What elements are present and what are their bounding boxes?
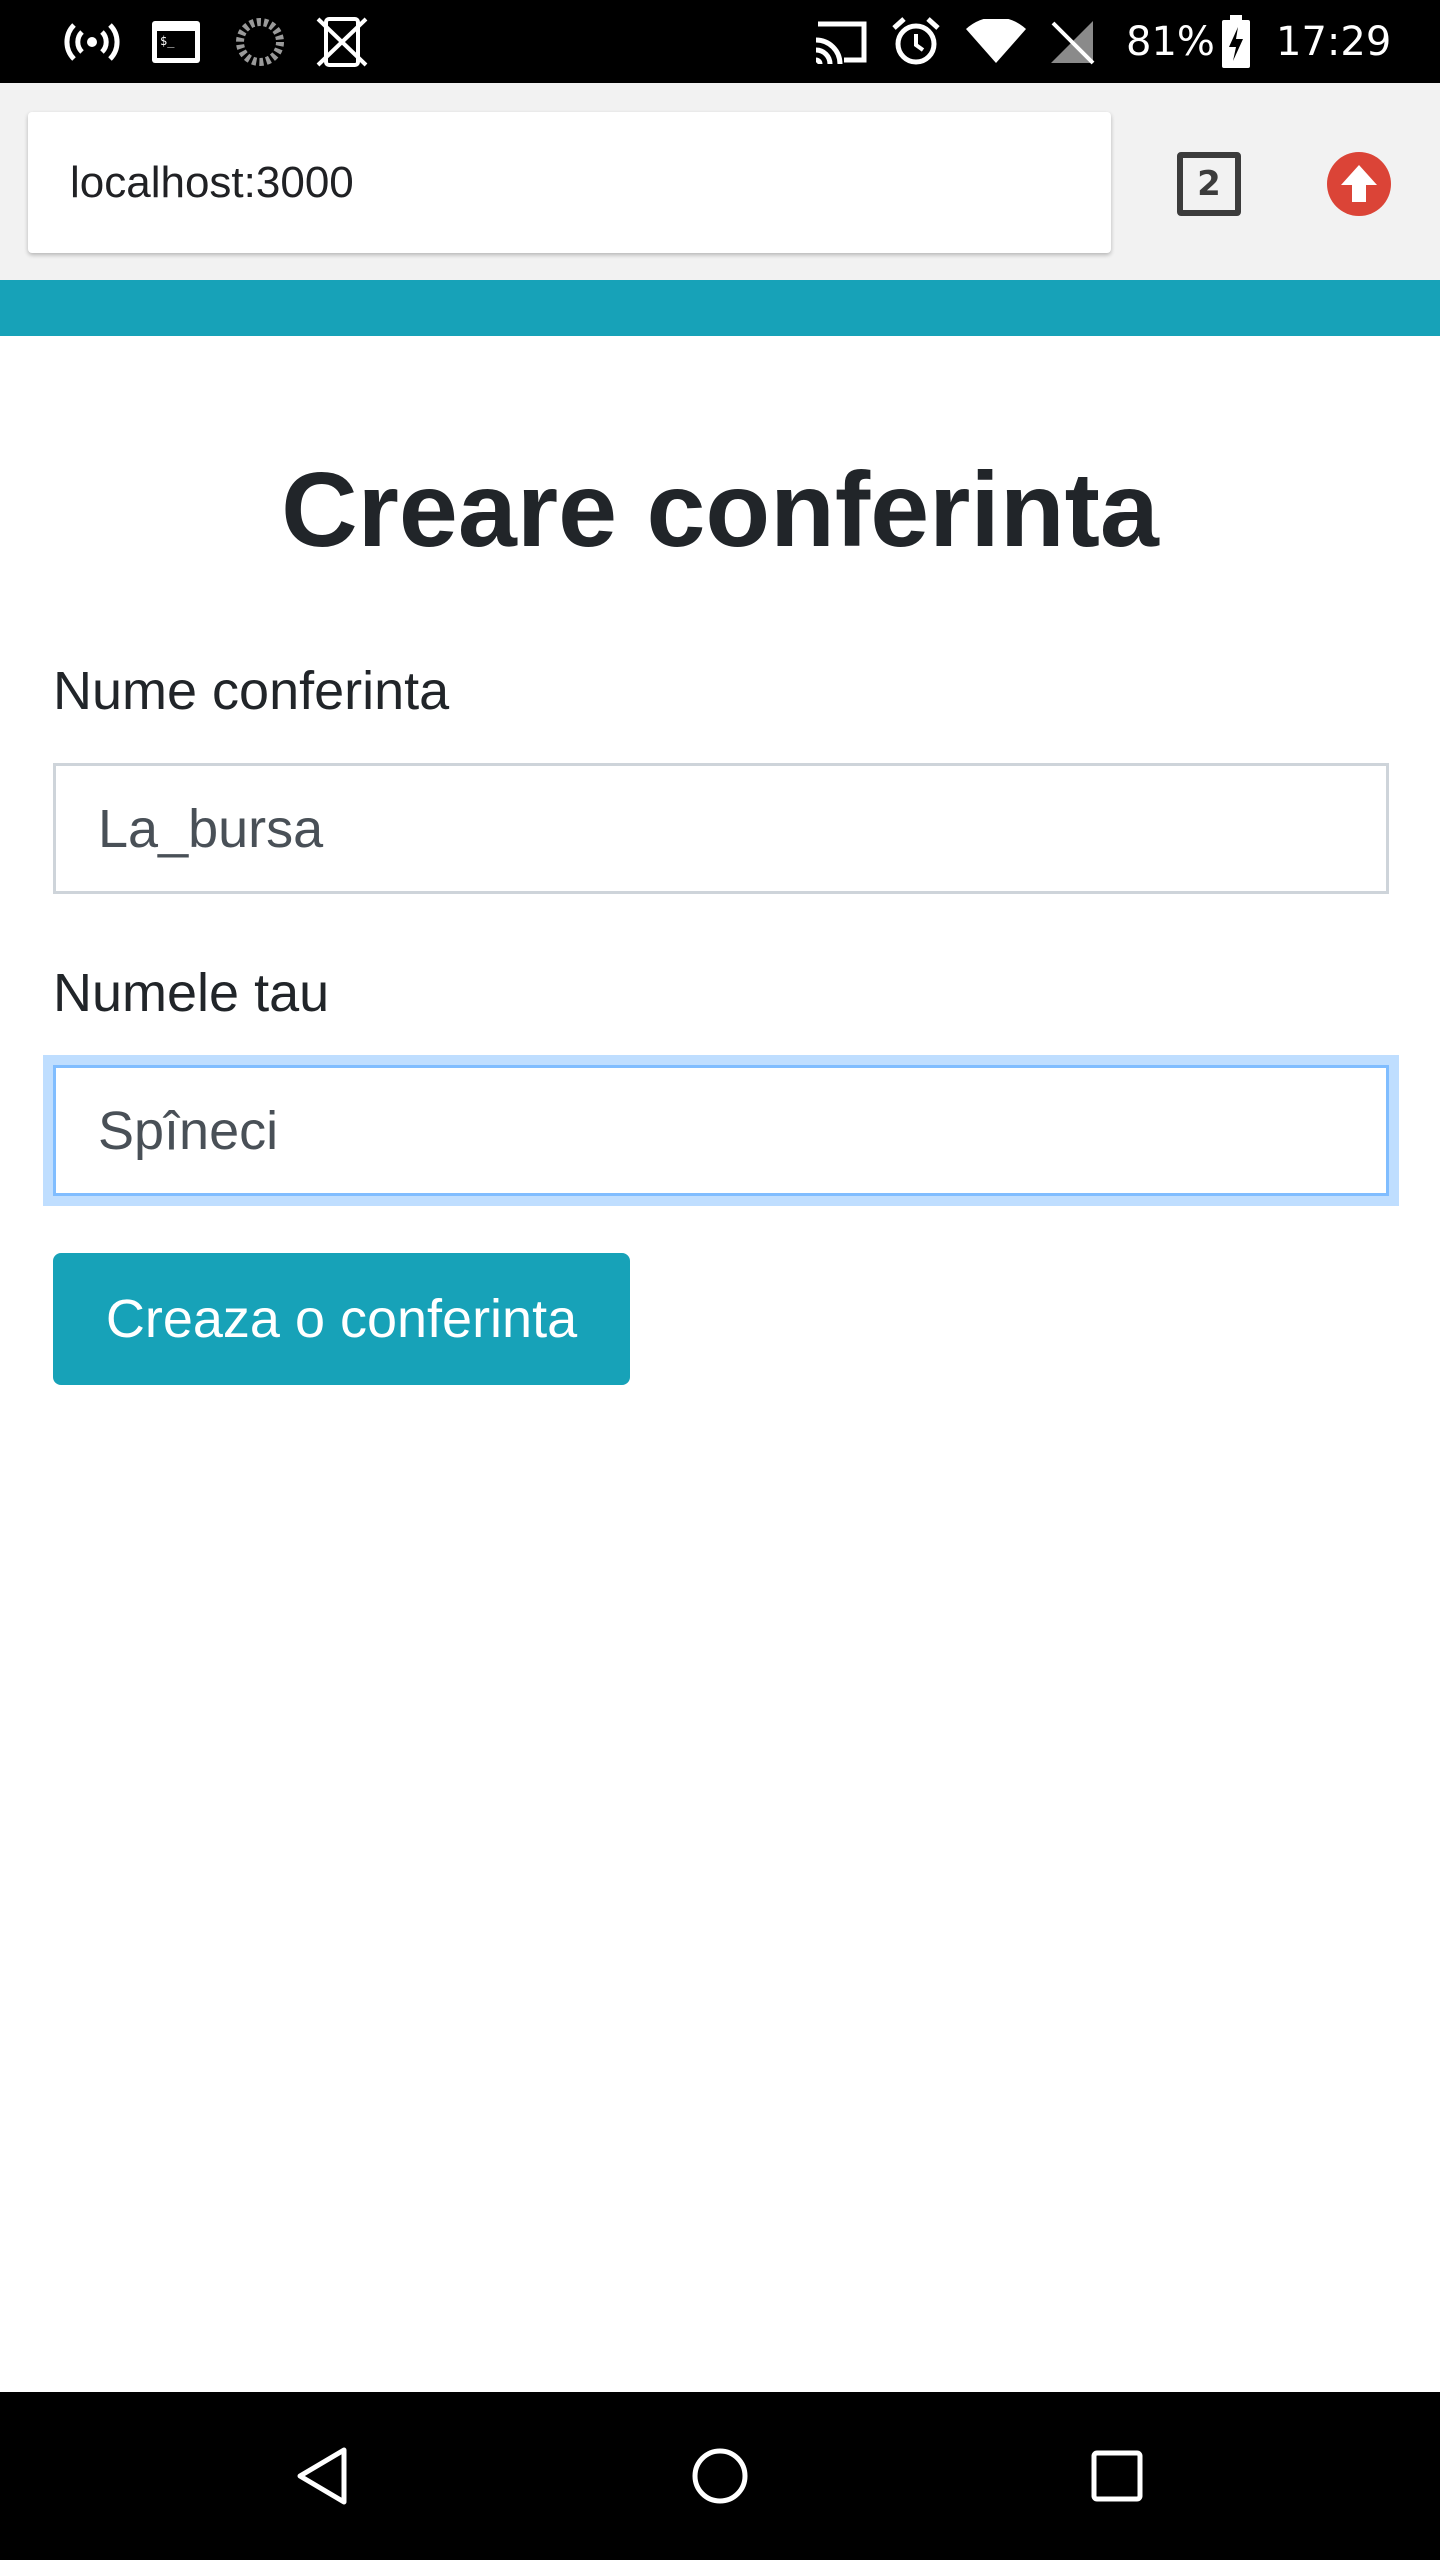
site-navbar xyxy=(0,280,1440,336)
recents-square-icon[interactable] xyxy=(1077,2436,1157,2516)
conference-name-label: Nume conferinta xyxy=(53,661,450,721)
your-name-label: Numele tau xyxy=(53,963,330,1023)
system-navigation-bar xyxy=(0,2392,1440,2560)
page-title: Creare conferinta xyxy=(281,451,1159,569)
loading-icon xyxy=(232,14,288,70)
url-bar[interactable]: localhost:3000 xyxy=(28,112,1111,253)
terminal-icon: $_ xyxy=(148,14,204,70)
tab-count: 2 xyxy=(1197,164,1221,204)
alarm-icon xyxy=(888,14,944,70)
back-triangle-icon[interactable] xyxy=(282,2436,362,2516)
browser-toolbar: localhost:3000 2 xyxy=(0,83,1440,280)
update-arrow-icon[interactable] xyxy=(1327,152,1391,216)
your-name-input[interactable] xyxy=(53,1065,1389,1196)
wifi-icon xyxy=(964,14,1028,70)
no-signal-icon xyxy=(1044,14,1100,70)
battery-charging-icon xyxy=(1218,14,1254,70)
tab-switcher-button[interactable]: 2 xyxy=(1177,152,1241,216)
hotspot-icon xyxy=(60,14,124,70)
status-bar: $_ 81% 17:29 xyxy=(0,0,1440,83)
create-conference-button[interactable]: Creaza o conferinta xyxy=(53,1253,630,1385)
cast-icon xyxy=(808,14,872,70)
svg-text:$_: $_ xyxy=(160,34,175,48)
no-sim-vibrate-icon xyxy=(312,14,372,70)
clock: 17:29 xyxy=(1276,18,1392,65)
battery-percent: 81% xyxy=(1126,18,1215,65)
url-text: localhost:3000 xyxy=(70,157,354,207)
conference-name-input[interactable] xyxy=(53,763,1389,894)
home-circle-icon[interactable] xyxy=(680,2436,760,2516)
